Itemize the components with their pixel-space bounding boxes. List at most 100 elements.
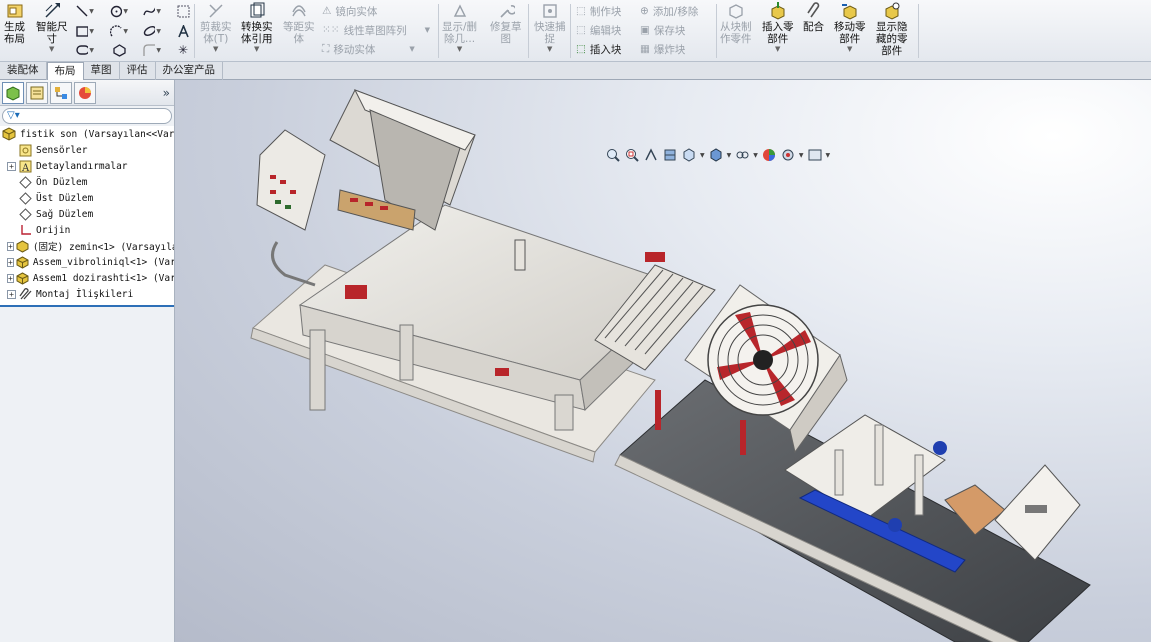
insert-block-button[interactable]: ⬚ 插入块 xyxy=(576,40,621,58)
mates-icon xyxy=(18,287,32,301)
tree-item-zemin[interactable]: + (固定) zemin<1> (Varsayıla xyxy=(0,238,174,254)
edit-block-icon: ⬚ xyxy=(576,24,586,36)
tree-item-dozirashti[interactable]: + Assem1 dozirashti<1> (Var xyxy=(0,270,174,286)
quick-snaps-button[interactable]: 快速捕 捉 ▼ xyxy=(534,2,566,53)
sensor-icon xyxy=(18,143,32,157)
circle-tool[interactable]: ▼ xyxy=(110,3,128,19)
fillet-icon xyxy=(143,43,155,56)
text-a-icon xyxy=(177,24,189,37)
make-part-from-block-button[interactable]: 从块制 作零件 xyxy=(720,2,752,45)
explode-block-button[interactable]: ▦ 爆炸块 xyxy=(640,40,685,58)
convert-icon xyxy=(248,2,266,20)
relations-icon xyxy=(451,2,469,20)
collapse-panel-button[interactable]: » xyxy=(163,86,170,100)
tree-item-mates[interactable]: + Montaj İlişkileri xyxy=(0,286,174,302)
tree-item-vibroliniql[interactable]: + Assem_vibroliniql<1> (Var xyxy=(0,254,174,270)
plane-icon xyxy=(18,207,32,221)
move-entities-button[interactable]: ⛶ 移动实体 ▼ xyxy=(322,40,415,58)
expand-toggle[interactable]: + xyxy=(7,241,14,251)
line-icon xyxy=(76,5,88,17)
expand-toggle[interactable]: + xyxy=(7,289,16,299)
command-manager-tabs: 装配体 布局 草图 评估 办公室产品 xyxy=(0,62,1151,81)
assembly-icon xyxy=(2,127,16,141)
tree-item-front-plane[interactable]: Ön Düzlem xyxy=(0,174,174,190)
tree-item-top-plane[interactable]: Üst Düzlem xyxy=(0,190,174,206)
edit-block-button[interactable]: ⬚ 编辑块 xyxy=(576,21,621,39)
ribbon-separator xyxy=(438,4,439,58)
spline-tool[interactable]: ▼ xyxy=(143,3,161,19)
move-component-button[interactable]: 移动零 部件 ▼ xyxy=(834,2,866,53)
text-tool[interactable] xyxy=(174,23,192,39)
property-icon xyxy=(30,86,44,99)
ellipse-tool[interactable]: ▼ xyxy=(143,23,161,39)
smart-dimension-button[interactable]: 智能尺 寸 ▼ xyxy=(36,2,68,53)
rectangle-tool[interactable]: ▼ xyxy=(76,23,94,39)
tree-item-origin[interactable]: Orijin xyxy=(0,222,174,238)
rectangle-icon xyxy=(76,25,89,37)
tab-assembly[interactable]: 装配体 xyxy=(0,62,47,80)
tab-feature-manager[interactable] xyxy=(2,81,24,104)
add-remove-icon: ⊕ xyxy=(640,5,649,17)
point-icon: ✳ xyxy=(177,43,189,57)
repair-sketch-button[interactable]: 修复草 图 xyxy=(490,2,522,45)
circle-icon xyxy=(110,5,123,17)
wrench-icon xyxy=(497,2,515,20)
feature-tree: fistik son (Varsayılan<<Vars Sensörler +… xyxy=(0,126,174,307)
ribbon-separator xyxy=(570,4,571,58)
tab-office-products[interactable]: 办公室产品 xyxy=(156,62,223,80)
make-layout-button[interactable]: 生成 布局 xyxy=(4,2,25,45)
smart-dim-dropdown[interactable]: ▼ xyxy=(49,45,54,53)
control-box xyxy=(256,129,326,231)
convert-entities-button[interactable]: 转换实 体引用 ▼ xyxy=(241,2,273,53)
subassembly-icon xyxy=(16,271,29,285)
point-tool[interactable]: ✳ xyxy=(174,42,192,58)
mate-button[interactable]: 配合 xyxy=(803,2,824,33)
show-hidden-components-button[interactable]: 显示隐 藏的零 部件 xyxy=(876,2,908,57)
trim-entities-button[interactable]: 剪裁实 体(T) ▼ xyxy=(200,2,232,53)
line-tool[interactable]: ▼ xyxy=(76,3,94,19)
display-manager-icon xyxy=(79,86,91,99)
offset-entities-button[interactable]: 等距实 体 xyxy=(283,2,315,45)
tab-sketch[interactable]: 草图 xyxy=(84,62,120,80)
polygon-tool[interactable] xyxy=(110,42,128,58)
tab-layout[interactable]: 布局 xyxy=(46,62,84,81)
arc-tool[interactable]: ▼ xyxy=(110,23,128,39)
tree-item-annotations[interactable]: + A Detaylandırmalar xyxy=(0,158,174,174)
insert-components-button[interactable]: 插入零 部件 ▼ xyxy=(762,2,794,53)
fillet-tool[interactable]: ▼ xyxy=(143,42,161,58)
mirror-icon: ⚠ xyxy=(322,5,332,17)
slot-tool[interactable]: ▼ xyxy=(76,42,94,58)
expand-toggle[interactable]: + xyxy=(7,273,14,283)
explode-icon: ▦ xyxy=(640,43,650,55)
feature-tree-icon xyxy=(6,85,20,101)
tab-evaluate[interactable]: 评估 xyxy=(120,62,156,80)
make-block-button[interactable]: ⬚ 制作块 xyxy=(576,2,621,20)
annotation-icon: A xyxy=(18,159,32,173)
grid-tool[interactable] xyxy=(174,3,192,19)
tab-display-manager[interactable] xyxy=(74,81,96,104)
tab-property-manager[interactable] xyxy=(26,81,48,104)
offset-icon xyxy=(290,2,308,20)
ribbon-separator xyxy=(194,4,195,58)
tree-item-root-assembly[interactable]: fistik son (Varsayılan<<Vars xyxy=(0,126,174,142)
polygon-icon xyxy=(112,43,126,57)
mirror-entities-button[interactable]: ⚠ 镜向实体 xyxy=(322,2,377,20)
graphics-area[interactable]: ▼ ▼ ▼ ▼ ▼ xyxy=(175,80,1151,642)
add-remove-block-button[interactable]: ⊕ 添加/移除 xyxy=(640,2,698,20)
ellipse-icon xyxy=(143,26,156,36)
move-icon: ⛶ xyxy=(322,42,330,55)
linear-pattern-button[interactable]: ⁙⁙ 线性草图阵列 ▼ xyxy=(322,21,430,39)
show-delete-relations-button[interactable]: 显示/删 除几... ▼ xyxy=(442,2,477,53)
grid-icon xyxy=(177,5,189,17)
feature-manager-panel: » ▽▾ fistik son (Varsayılan<<Vars Sensör… xyxy=(0,80,175,642)
machine-assembly-model[interactable] xyxy=(175,80,1151,642)
block-icon: ⬚ xyxy=(576,5,586,17)
svg-text:A: A xyxy=(21,163,30,173)
tree-filter[interactable]: ▽▾ xyxy=(2,108,172,124)
save-block-button[interactable]: ▣ 保存块 xyxy=(640,21,685,39)
tree-item-sensors[interactable]: Sensörler xyxy=(0,142,174,158)
expand-toggle[interactable]: + xyxy=(7,257,14,267)
tree-item-right-plane[interactable]: Sağ Düzlem xyxy=(0,206,174,222)
expand-toggle[interactable]: + xyxy=(7,161,16,171)
tab-configuration-manager[interactable] xyxy=(50,81,72,104)
